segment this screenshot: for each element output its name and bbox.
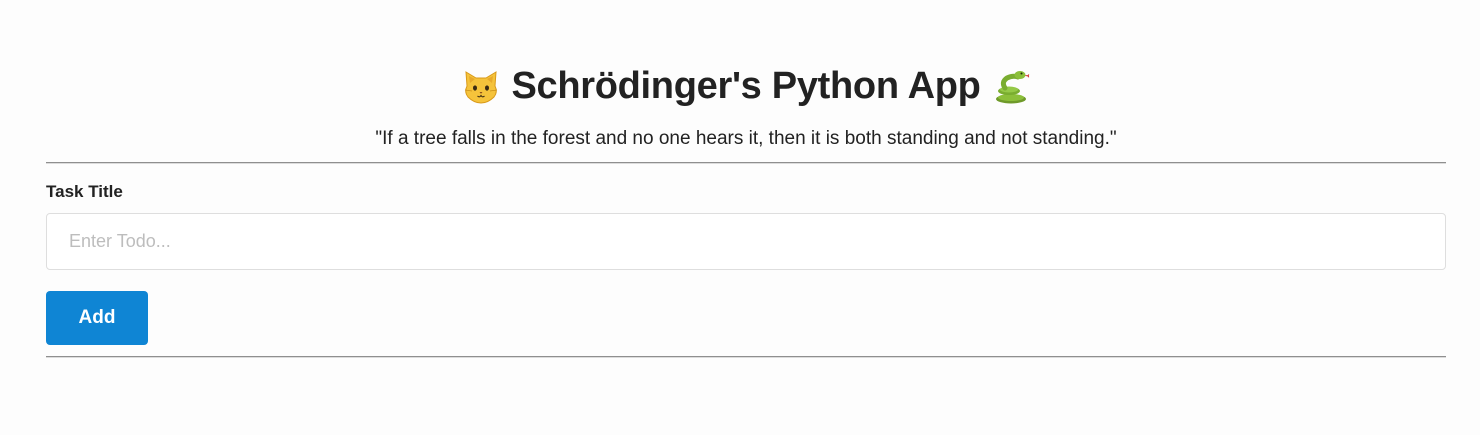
task-title-label: Task Title bbox=[46, 182, 123, 201]
bottom-divider bbox=[46, 356, 1446, 358]
add-button[interactable]: Add bbox=[46, 291, 148, 345]
todo-input[interactable] bbox=[46, 213, 1446, 270]
cat-face-icon bbox=[461, 66, 501, 106]
snake-icon bbox=[991, 66, 1031, 106]
page-title: Schrödinger's Python App bbox=[511, 64, 981, 107]
todo-form: Task Title Add bbox=[46, 181, 1446, 345]
title-row: Schrödinger's Python App bbox=[46, 60, 1446, 112]
top-divider bbox=[46, 162, 1446, 164]
app-header: Schrödinger's Python App "If a tree fall… bbox=[46, 0, 1446, 152]
quote-text: "If a tree falls in the forest and no on… bbox=[375, 128, 1117, 149]
app-container: Schrödinger's Python App "If a tree fall… bbox=[46, 0, 1446, 358]
